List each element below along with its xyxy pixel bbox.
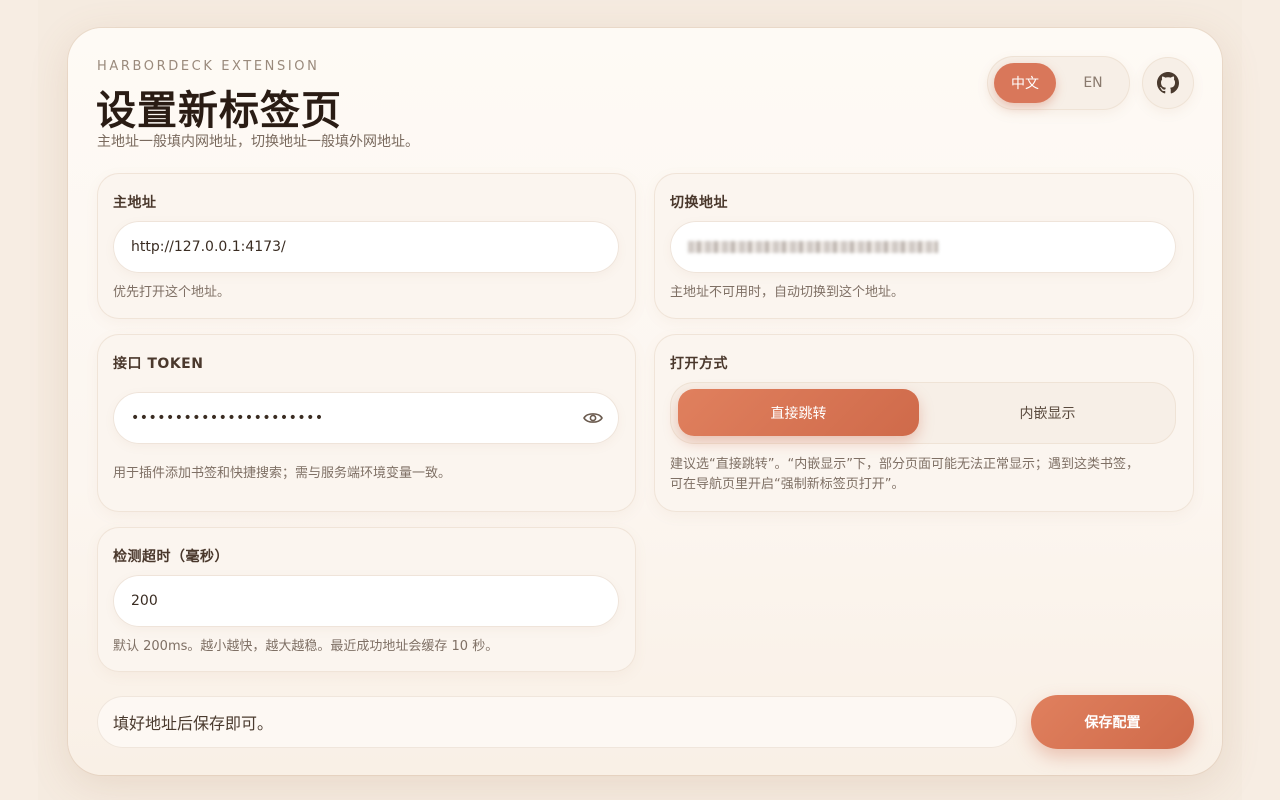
open-mode-hint-line1: 建议选“直接跳转”。“内嵌显示”下，部分页面可能无法正常显示；遇到这类书签，: [670, 457, 1139, 472]
timeout-input[interactable]: [113, 575, 619, 627]
api-token-label: 接口 TOKEN: [113, 356, 204, 372]
github-button[interactable]: [1142, 57, 1194, 109]
background-right: [1242, 0, 1280, 800]
timeout-field-wrap: [113, 575, 619, 627]
api-token-card: 接口 TOKEN 用于插件添加书签和快捷搜索；需与服务端环境变量一致。: [97, 334, 636, 512]
background-left: [0, 0, 38, 800]
language-toggle: 中文 EN: [987, 56, 1130, 110]
app-eyebrow: HARBORDECK EXTENSION: [97, 59, 320, 74]
open-mode-card: 打开方式 直接跳转 内嵌显示 建议选“直接跳转”。“内嵌显示”下，部分页面可能无…: [654, 334, 1194, 512]
fallback-url-hint: 主地址不可用时，自动切换到这个地址。: [670, 285, 905, 300]
fallback-url-card: 切换地址 主地址不可用时，自动切换到这个地址。: [654, 173, 1194, 319]
language-option-zh[interactable]: 中文: [994, 63, 1056, 103]
primary-url-hint: 优先打开这个地址。: [113, 285, 231, 300]
open-mode-embed[interactable]: 内嵌显示: [927, 389, 1168, 436]
toggle-visibility-button[interactable]: [581, 407, 605, 429]
timeout-label: 检测超时（毫秒）: [113, 549, 229, 565]
primary-url-label: 主地址: [113, 195, 157, 211]
fallback-url-label: 切换地址: [670, 195, 728, 211]
language-option-en[interactable]: EN: [1062, 63, 1124, 103]
open-mode-direct[interactable]: 直接跳转: [678, 389, 919, 436]
status-message: 填好地址后保存即可。: [113, 714, 274, 733]
primary-url-field-wrap: [113, 221, 619, 273]
status-bar: 填好地址后保存即可。: [97, 696, 1017, 748]
timeout-hint: 默认 200ms。越小越快，越大越稳。最近成功地址会缓存 10 秒。: [113, 639, 499, 654]
primary-url-card: 主地址 优先打开这个地址。: [97, 173, 636, 319]
fallback-url-field-wrap: [670, 221, 1176, 273]
api-token-hint: 用于插件添加书签和快捷搜索；需与服务端环境变量一致。: [113, 466, 452, 481]
primary-url-input[interactable]: [113, 221, 619, 273]
page-subtitle: 主地址一般填内网地址，切换地址一般填外网地址。: [97, 134, 419, 150]
open-mode-segmented: 直接跳转 内嵌显示: [670, 382, 1176, 444]
api-token-input[interactable]: [113, 392, 619, 444]
page-title: 设置新标签页: [96, 88, 342, 134]
eye-icon: [583, 411, 603, 425]
api-token-field-wrap: [113, 392, 619, 444]
open-mode-hint-line2: 可在导航页里开启“强制新标签页打开”。: [670, 477, 905, 492]
fallback-url-input[interactable]: [670, 221, 1176, 273]
open-mode-label: 打开方式: [670, 356, 728, 372]
github-icon: [1157, 72, 1179, 94]
timeout-card: 检测超时（毫秒） 默认 200ms。越小越快，越大越稳。最近成功地址会缓存 10…: [97, 527, 636, 672]
save-button[interactable]: 保存配置: [1031, 695, 1194, 749]
